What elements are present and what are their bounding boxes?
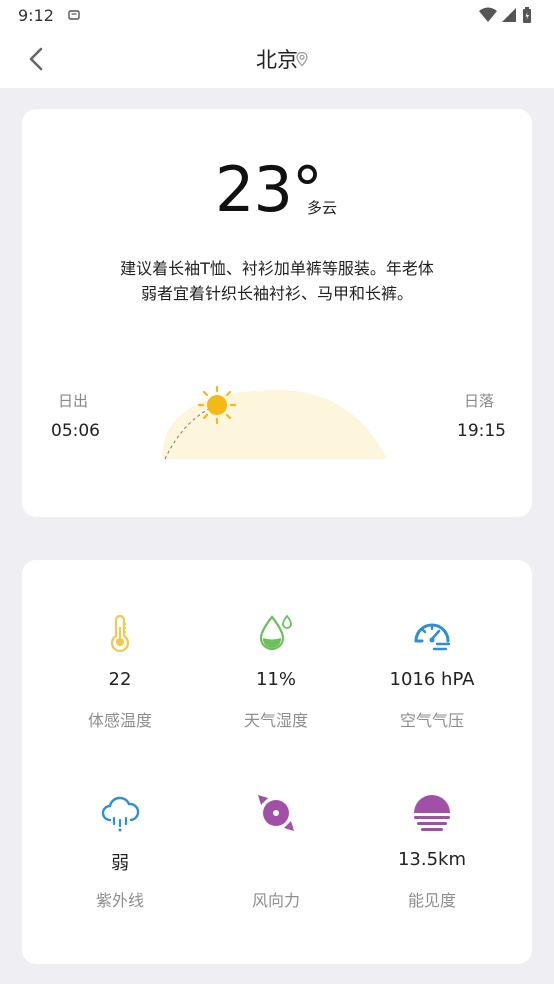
visibility-value: 13.5km <box>397 849 467 870</box>
pressure-gauge-icon <box>414 623 451 651</box>
humidity-value: 11% <box>255 669 296 690</box>
detail-feels-like: 22 体感温度 <box>35 608 205 768</box>
pressure-label: 空气气压 <box>399 711 464 730</box>
status-bar: 9:12 <box>0 0 554 30</box>
battery-icon <box>523 7 531 23</box>
visibility-label: 能见度 <box>407 891 456 910</box>
humidity-label: 天气湿度 <box>243 711 308 730</box>
notification-icon <box>68 10 80 20</box>
uv-value: 弱 <box>111 853 129 874</box>
clothing-advice: 建议着长袖T恤、衬衫加单裤等服装。年老体弱者宜着针织长袖衬衫、马甲和长裤。 <box>120 259 434 303</box>
detail-humidity: 11% 天气湿度 <box>191 608 361 768</box>
wifi-icon <box>479 7 497 22</box>
detail-wind: 风向力 <box>191 788 361 948</box>
back-button[interactable] <box>22 42 52 76</box>
wind-direction-icon <box>258 795 294 831</box>
wind-label: 风向力 <box>251 891 300 910</box>
signal-icon <box>502 8 516 22</box>
system-status-icons <box>479 7 531 23</box>
sun-arc-fill <box>162 390 387 459</box>
chevron-left-icon <box>29 47 43 71</box>
feels-like-label: 体感温度 <box>87 711 152 730</box>
thermometer-icon <box>110 614 130 653</box>
humidity-icon <box>259 614 292 651</box>
sunrise-label: 日出 <box>58 392 89 410</box>
status-time: 9:12 <box>18 6 54 25</box>
pressure-value: 1016 hPA <box>389 669 475 690</box>
weather-details-card: 22 体感温度 11% 天气湿度 1016 hPA 空气气压 弱 紫外线 风向力… <box>22 560 532 964</box>
sunrise-time: 05:06 <box>51 421 100 441</box>
app-header: 北京 <box>0 30 554 88</box>
location-pin-icon[interactable] <box>295 51 309 67</box>
detail-visibility: 13.5km 能见度 <box>347 788 517 948</box>
sunset-label: 日落 <box>464 392 495 410</box>
detail-uv: 弱 紫外线 <box>35 788 205 948</box>
visibility-icon <box>414 795 450 831</box>
feels-like-value: 22 <box>108 669 132 690</box>
uv-label: 紫外线 <box>95 891 144 910</box>
current-temperature: 23° <box>215 153 323 226</box>
detail-pressure: 1016 hPA 空气气压 <box>347 608 517 768</box>
uv-rain-cloud-icon <box>101 796 140 832</box>
weather-card: 23° 多云 建议着长袖T恤、衬衫加单裤等服装。年老体弱者宜着针织长袖衬衫、马甲… <box>22 109 532 517</box>
city-title: 北京 <box>256 48 298 72</box>
sun-path-arc <box>162 385 387 460</box>
sunset-time: 19:15 <box>457 421 506 441</box>
weather-condition: 多云 <box>307 199 338 217</box>
